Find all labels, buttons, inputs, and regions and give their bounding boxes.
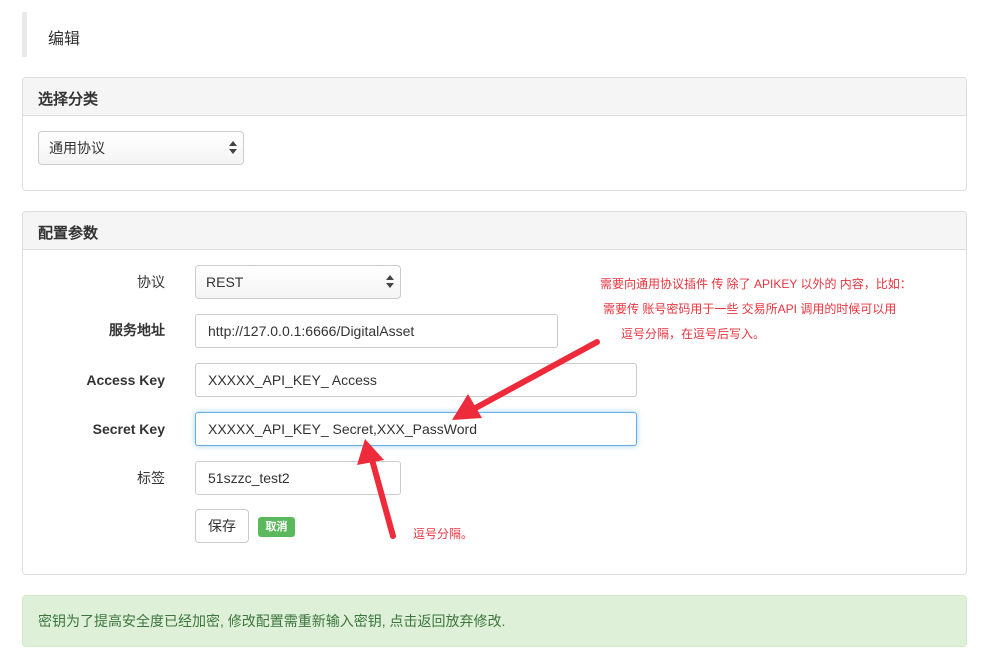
access-key-label: Access Key (86, 372, 165, 388)
protocol-select[interactable]: REST (195, 265, 401, 299)
tag-input[interactable]: 51szzc_test2 (195, 461, 401, 495)
secret-key-label: Secret Key (92, 421, 165, 437)
category-select[interactable]: 通用协议 (38, 131, 244, 165)
select-arrows-icon (229, 139, 237, 157)
info-alert: 密钥为了提高安全度已经加密, 修改配置需重新输入密钥, 点击返回放弃修改. (22, 595, 967, 647)
access-key-input[interactable]: XXXXX_API_KEY_ Access (195, 363, 637, 397)
page-header: 编辑 (22, 12, 222, 57)
category-panel-heading: 选择分类 (23, 78, 966, 116)
service-url-input[interactable]: http://127.0.0.1:6666/DigitalAsset (195, 314, 558, 348)
service-url-label: 服务地址 (109, 322, 165, 338)
tag-label: 标签 (137, 470, 165, 486)
annotation-note-line1: 需要向通用协议插件 传 除了 APIKEY 以外的 内容，比如： (600, 277, 912, 291)
secret-key-input[interactable]: XXXXX_API_KEY_ Secret,XXX_PassWord (195, 412, 637, 446)
select-arrows-icon (386, 273, 394, 291)
category-select-value: 通用协议 (49, 140, 105, 156)
info-alert-text: 密钥为了提高安全度已经加密, 修改配置需重新输入密钥, 点击返回放弃修改. (38, 613, 506, 629)
save-button[interactable]: 保存 (195, 509, 249, 543)
annotation-comma-note: 逗号分隔。 (413, 527, 474, 541)
annotation-note-line3: 逗号分隔，在逗号后写入。 (621, 327, 766, 341)
annotation-note-line2: 需要传 账号密码用于一些 交易所API 调用的时候可以用 (603, 302, 897, 316)
config-panel-heading: 配置参数 (23, 212, 966, 250)
protocol-label: 协议 (137, 274, 165, 290)
cancel-button[interactable]: 取消 (258, 517, 295, 537)
protocol-select-value: REST (206, 274, 244, 290)
page-title: 编辑 (48, 31, 81, 48)
